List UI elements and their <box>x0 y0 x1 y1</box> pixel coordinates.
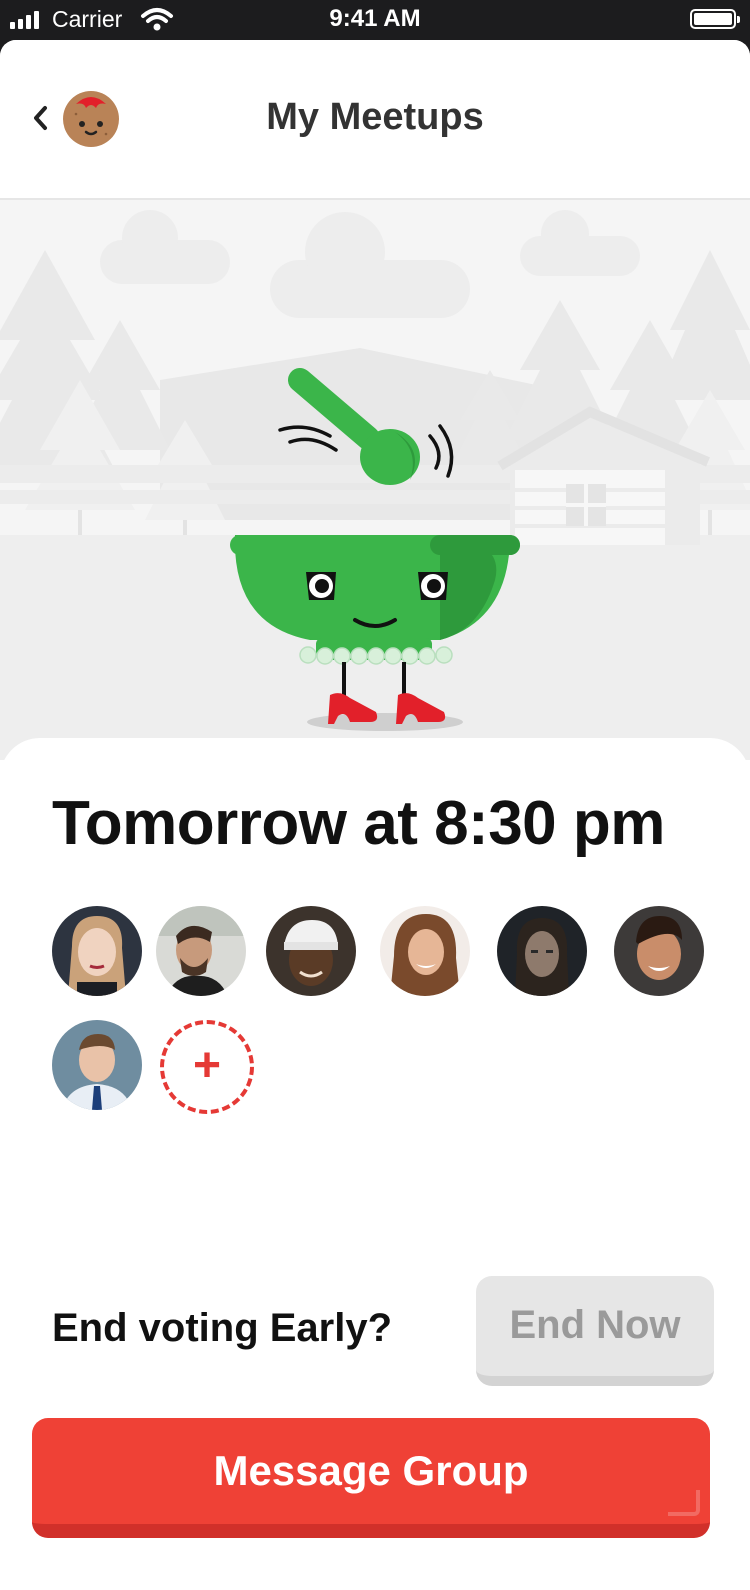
spoon-shape <box>288 368 420 485</box>
person-photo-icon <box>266 906 356 996</box>
clock: 9:41 AM <box>329 5 421 32</box>
meetup-details-card: Tomorrow at 8:30 pm + End voting Early? … <box>0 738 750 1590</box>
attendee-avatar[interactable] <box>52 906 142 996</box>
plus-icon: + <box>192 1039 222 1092</box>
attendee-avatar[interactable] <box>156 906 246 996</box>
person-photo-icon <box>156 906 246 996</box>
status-bar: Carrier 9:41 AM <box>0 0 750 40</box>
bowl-shape <box>230 535 520 724</box>
person-photo-icon <box>380 906 470 996</box>
attendee-avatar[interactable] <box>614 906 704 996</box>
message-group-label: Message Group <box>213 1447 529 1494</box>
meetup-sheet: My Meetups Tomorrow at 8:30 pm + End vot… <box>0 40 750 1590</box>
nav-header: My Meetups <box>0 40 750 200</box>
bowl-mascot-illustration <box>230 368 520 724</box>
attendee-avatar[interactable] <box>52 1020 142 1110</box>
attendee-avatar[interactable] <box>380 906 470 996</box>
attendee-avatar[interactable] <box>497 906 587 996</box>
hero-illustration <box>0 200 750 760</box>
message-group-button[interactable]: Message Group <box>32 1418 710 1538</box>
add-attendee-button[interactable]: + <box>160 1020 254 1114</box>
end-now-button[interactable]: End Now <box>476 1276 714 1386</box>
page-title: My Meetups <box>266 96 484 138</box>
meetup-time-heading: Tomorrow at 8:30 pm <box>52 789 665 858</box>
person-photo-icon <box>52 906 142 996</box>
corner-indicator-icon <box>668 1490 700 1516</box>
person-photo-icon <box>614 906 704 996</box>
person-photo-icon <box>52 1020 142 1110</box>
battery-icon <box>690 9 740 29</box>
end-voting-label: End voting Early? <box>52 1306 393 1350</box>
attendee-avatar[interactable] <box>266 906 356 996</box>
person-photo-icon <box>497 906 587 996</box>
